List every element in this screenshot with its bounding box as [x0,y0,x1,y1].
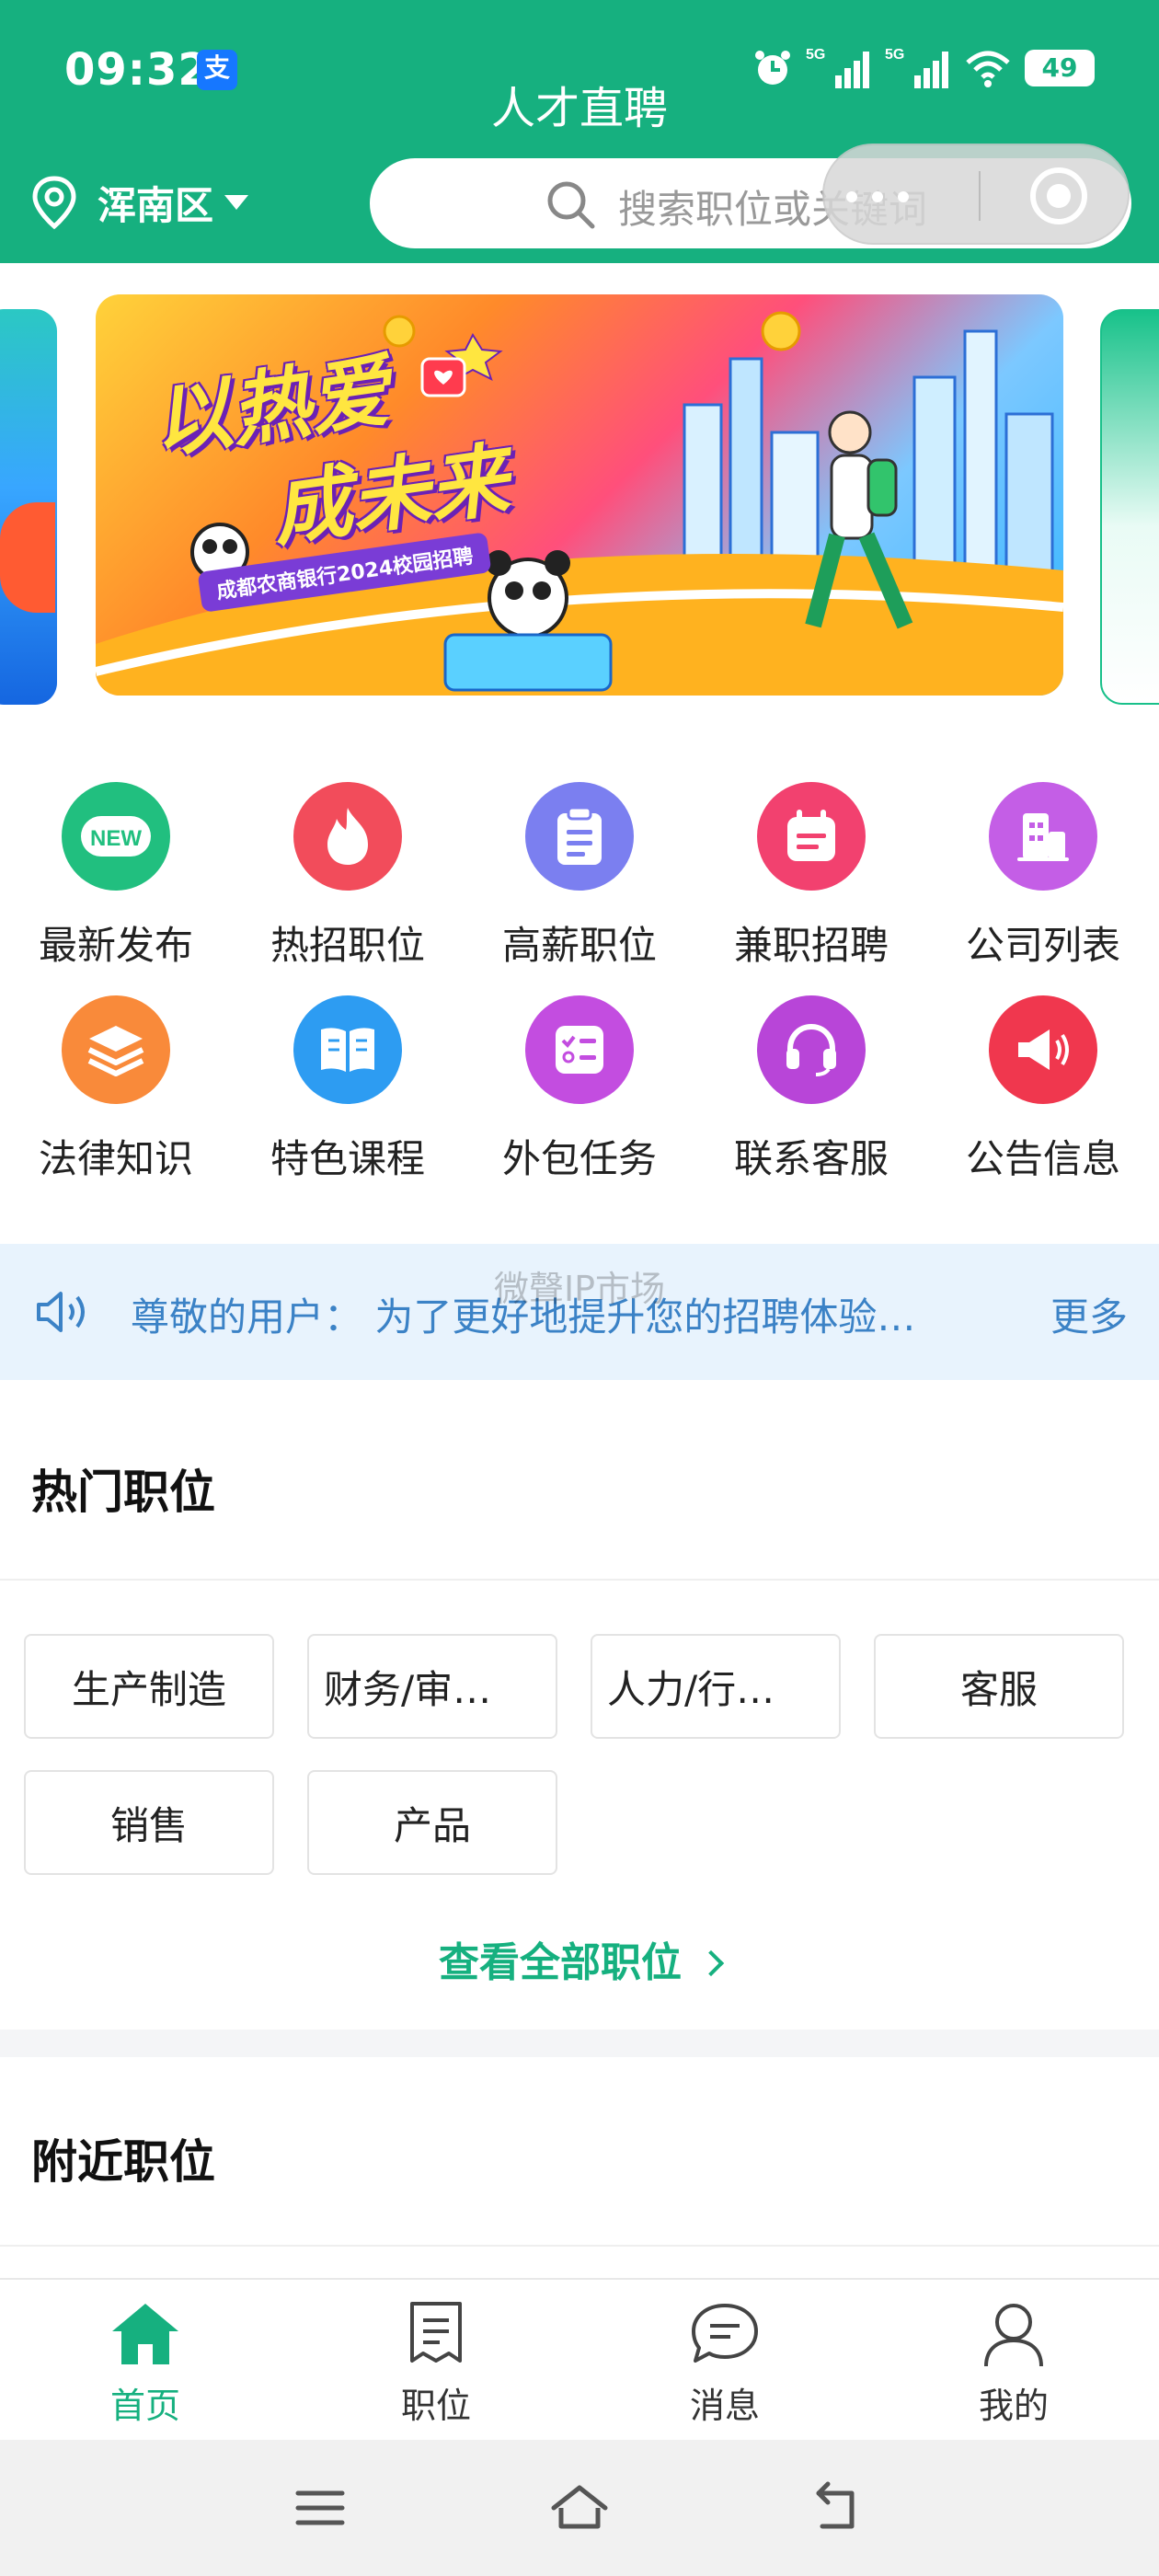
job-tag[interactable]: 客服 [874,1634,1124,1739]
grid-label: 法律知识 [38,1136,193,1181]
user-icon [984,2304,1043,2367]
search-icon [547,181,595,229]
job-tag[interactable]: 销售 [24,1770,274,1875]
grid-label: 公告信息 [965,1136,1120,1181]
network-label-1: 5G [806,47,825,63]
tab-jobs[interactable]: 职位 [362,2300,510,2428]
banner-carousel[interactable]: 以热爱 成未来 成都农商银行2024校园招聘 [0,263,1159,723]
close-target-icon[interactable] [1030,167,1087,224]
grid-label: 特色课程 [270,1136,425,1181]
calendar-icon [757,782,866,891]
grid-label: 外包任务 [501,1136,657,1181]
grid-item-courses[interactable]: 特色课程 [232,995,464,1184]
grid-item-latest[interactable]: NEW 最新发布 [0,782,232,971]
chat-icon [692,2304,758,2363]
caret-down-icon [224,195,249,210]
location-pin-icon [32,176,76,230]
job-tag[interactable]: 生产制造 [24,1634,274,1739]
chevron-right-icon [697,1949,725,1977]
grid-label: 热招职位 [270,923,425,968]
status-bar: 09:32 支 5G 5G 49 人才直聘 [0,0,1159,138]
grid-label: 最新发布 [38,923,193,968]
new-icon: NEW [62,782,170,891]
system-home-icon[interactable] [548,2480,611,2536]
app-header: 09:32 支 5G 5G 49 人才直聘 浑南区 搜索职位或关键词 [0,0,1159,263]
nearby-jobs-section: 附近职位 [0,2057,1159,2278]
view-all-label: 查看全部职位 [439,1939,682,1986]
tab-messages[interactable]: 消息 [651,2300,798,2428]
megaphone-icon [989,995,1097,1104]
network-label-2: 5G [885,47,904,63]
tab-label: 职位 [400,2386,471,2426]
grid-label: 联系客服 [733,1136,889,1181]
bottom-tab-bar: 首页 职位 消息 我的 [0,2278,1159,2440]
tab-label: 首页 [109,2386,180,2426]
svg-text:NEW: NEW [90,826,142,851]
job-tag[interactable]: 人力/行… [591,1634,841,1739]
grid-label: 公司列表 [965,923,1120,968]
book-icon [293,995,402,1104]
banner-next-slide[interactable] [1100,309,1159,705]
nearby-jobs-title: 附近职位 [31,2135,215,2189]
section-divider [0,2245,1159,2247]
headset-icon [757,995,866,1104]
home-icon [112,2304,178,2364]
document-icon [410,2302,462,2363]
section-divider [0,1579,1159,1581]
flame-icon [293,782,402,891]
tab-profile[interactable]: 我的 [940,2300,1087,2428]
grid-item-law[interactable]: 法律知识 [0,995,232,1184]
checklist-icon [525,995,634,1104]
miniprogram-capsule [822,144,1130,245]
tab-label: 我的 [978,2386,1049,2426]
location-selector[interactable]: 浑南区 [31,173,249,232]
tab-label: 消息 [689,2386,760,2426]
back-icon[interactable] [809,2480,865,2536]
grid-item-announcements[interactable]: 公告信息 [927,995,1159,1184]
watermark: 微聲IP市场 [493,1269,666,1309]
grid-label: 兼职招聘 [733,923,889,968]
system-navigation-bar [0,2440,1159,2576]
more-dots-icon[interactable] [872,191,883,202]
hot-jobs-title: 热门职位 [31,1466,215,1519]
view-all-jobs-link[interactable]: 查看全部职位 [0,1929,1159,1988]
tab-home[interactable]: 首页 [72,2300,219,2428]
location-label: 浑南区 [98,182,214,228]
grid-item-outsourcing[interactable]: 外包任务 [464,995,695,1184]
job-tag[interactable]: 财务/审… [307,1634,557,1739]
clipboard-icon [525,782,634,891]
banner-prev-slide[interactable] [0,309,57,705]
grid-item-part-time[interactable]: 兼职招聘 [695,782,927,971]
layers-icon [62,995,170,1104]
feature-grid: NEW 最新发布 热招职位 高薪职位 兼职招聘 公司列表 法律知识 特色课程 外… [0,723,1159,1244]
grid-item-support[interactable]: 联系客服 [695,995,927,1184]
grid-item-hot-jobs[interactable]: 热招职位 [232,782,464,971]
grid-label: 高薪职位 [501,923,657,968]
capsule-divider [979,171,981,221]
job-tag[interactable]: 产品 [307,1770,557,1875]
building-icon [989,782,1097,891]
banner-slide[interactable]: 以热爱 成未来 成都农商银行2024校园招聘 [96,294,1063,696]
menu-icon[interactable] [293,2480,348,2536]
page-title: 人才直聘 [490,83,668,134]
grid-item-companies[interactable]: 公司列表 [927,782,1159,971]
grid-item-high-salary[interactable]: 高薪职位 [464,782,695,971]
